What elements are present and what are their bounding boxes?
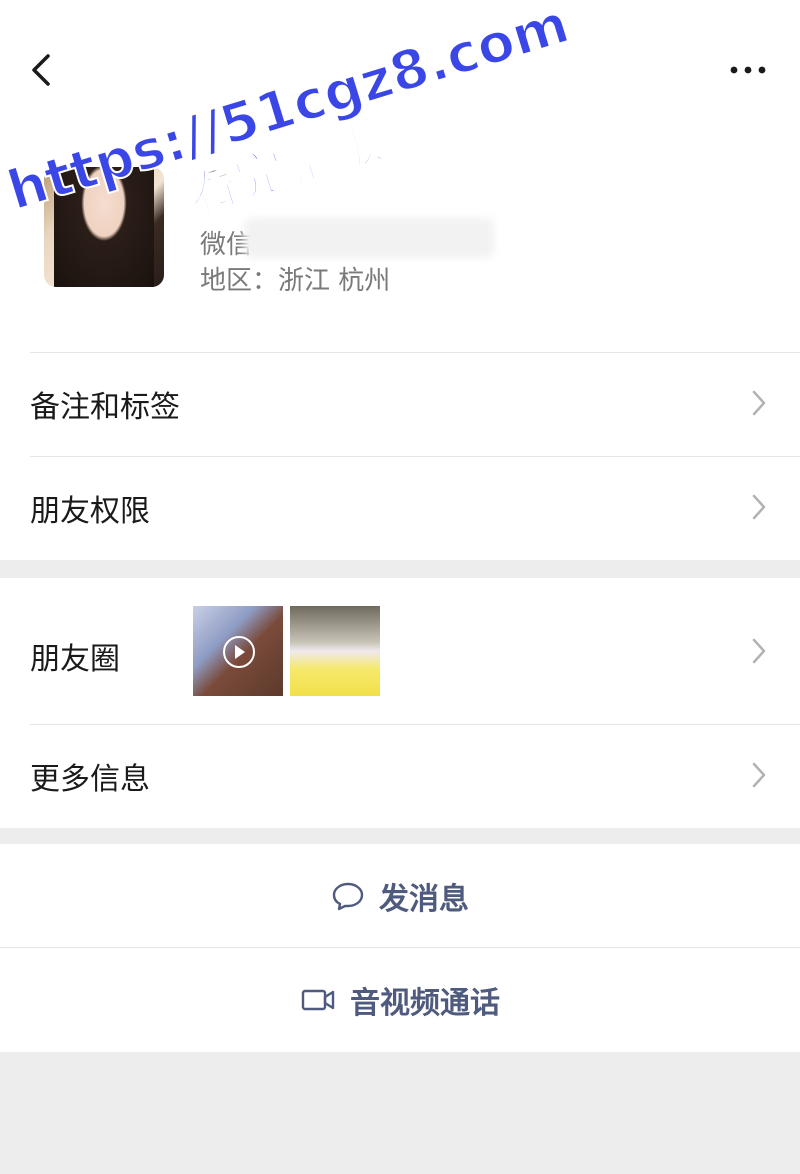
top-bar — [0, 0, 800, 140]
chevron-right-icon — [752, 494, 766, 520]
chevron-right-icon — [752, 762, 766, 788]
moments-group: 朋友圈 更多信息 — [0, 578, 800, 828]
chevron-left-icon[interactable] — [20, 48, 64, 92]
region-text: 地区：浙江 杭州 — [200, 266, 391, 296]
send-message-label: 发消息 — [379, 882, 469, 917]
friend-permissions-row[interactable]: 朋友权限 — [0, 456, 800, 560]
send-message-button[interactable]: 发消息 — [0, 844, 800, 948]
settings-group: 备注和标签 朋友权限 — [0, 352, 800, 560]
video-call-button[interactable]: 音视频通话 — [0, 948, 800, 1052]
chevron-right-icon — [752, 390, 766, 416]
more-info-label: 更多信息 — [30, 762, 150, 797]
chat-bubble-icon — [332, 882, 364, 911]
profile-card: Q 微信 地区：浙江 杭州 — [0, 140, 800, 352]
chevron-right-icon — [752, 638, 766, 664]
friend-permissions-label: 朋友权限 — [30, 494, 150, 529]
moments-thumbnail-photo[interactable] — [290, 606, 380, 696]
moments-label: 朋友圈 — [30, 642, 120, 677]
more-dots-icon[interactable] — [722, 52, 774, 88]
remark-tags-label: 备注和标签 — [30, 390, 180, 425]
video-call-label: 音视频通话 — [350, 986, 500, 1021]
video-camera-icon — [301, 989, 335, 1011]
avatar[interactable] — [44, 167, 164, 287]
profile-name: Q — [200, 164, 233, 208]
remark-tags-row[interactable]: 备注和标签 — [0, 352, 800, 456]
moments-row[interactable]: 朋友圈 — [0, 578, 800, 724]
wechat-id-value-blurred — [244, 218, 494, 258]
moments-thumbnail-video[interactable] — [193, 606, 283, 696]
play-icon — [223, 636, 255, 668]
more-info-row[interactable]: 更多信息 — [0, 724, 800, 828]
avatar-image — [54, 167, 154, 287]
